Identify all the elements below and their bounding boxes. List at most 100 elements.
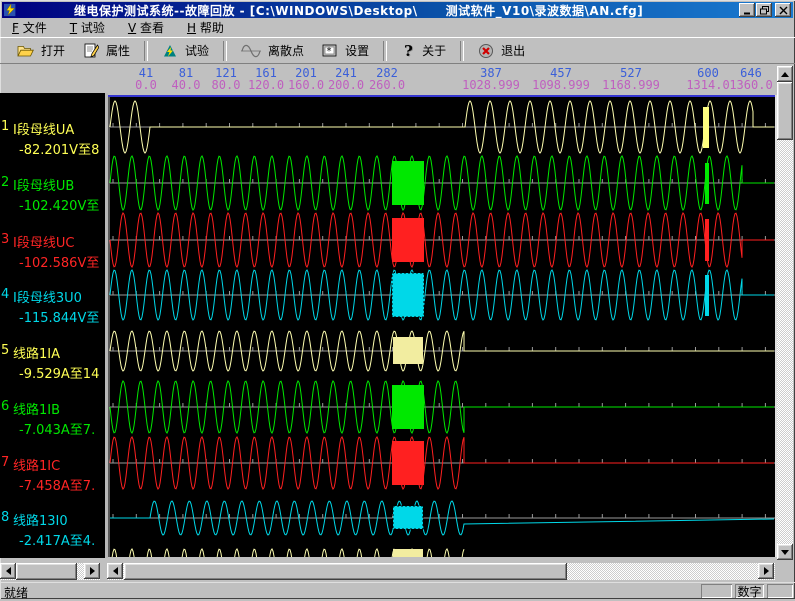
waveform-top-border bbox=[108, 95, 775, 97]
about-button[interactable]: ? ? 关于 bbox=[392, 40, 455, 61]
ruler-time-label: 1314.0 bbox=[686, 78, 729, 92]
arrow-right-icon bbox=[764, 567, 769, 575]
about-icon: ? ? bbox=[401, 43, 415, 59]
channel-number: 7 bbox=[1, 455, 9, 470]
statusbar: 就绪 数字 bbox=[0, 582, 795, 600]
status-panel-empty bbox=[767, 584, 793, 598]
channel-name: 线路1IB bbox=[13, 399, 60, 418]
scroll-left-button[interactable] bbox=[0, 563, 16, 579]
status-panel-num: 数字 bbox=[735, 584, 764, 598]
toolbar-separator bbox=[383, 41, 387, 61]
scroll-right-button[interactable] bbox=[84, 563, 100, 579]
cursor-bar-marker bbox=[705, 163, 709, 204]
ruler: 410.08140.012180.0161120.0201160.0241200… bbox=[0, 65, 795, 95]
ruler-time-label: 160.0 bbox=[288, 78, 324, 92]
channel-name: Ⅰ段母线UC bbox=[13, 232, 74, 251]
test-button[interactable]: 试验 bbox=[153, 40, 218, 61]
channel-number: 3 bbox=[1, 232, 9, 247]
minimize-icon bbox=[743, 6, 752, 15]
channel-name: Ⅰ段母线3U0 bbox=[13, 287, 82, 306]
discrete-points-icon bbox=[241, 43, 261, 59]
ruler-time-label: 1168.999 bbox=[602, 78, 660, 92]
restore-button[interactable] bbox=[756, 3, 772, 17]
minimize-button[interactable] bbox=[739, 3, 755, 17]
vertical-scrollbar[interactable] bbox=[777, 66, 793, 560]
ruler-time-label: 1028.999 bbox=[462, 78, 520, 92]
toolbar-separator bbox=[144, 41, 148, 61]
window-title: 继电保护测试系统--故障回放 - [C:\WINDOWS\Desktop\ 测试… bbox=[74, 2, 643, 19]
marker-square bbox=[392, 218, 424, 262]
scroll-up-button[interactable] bbox=[777, 66, 793, 82]
test-lightning-icon bbox=[162, 43, 178, 59]
menu-file[interactable]: F 文件 bbox=[4, 17, 55, 38]
close-button[interactable] bbox=[775, 3, 791, 17]
restore-icon bbox=[760, 6, 769, 15]
marker-square bbox=[393, 549, 423, 557]
app-lightning-icon bbox=[4, 3, 18, 17]
waveform-scrollbar[interactable] bbox=[107, 563, 775, 580]
channel-number: 1 bbox=[1, 119, 9, 134]
arrow-up-icon bbox=[781, 72, 789, 77]
menu-test[interactable]: T 试验 bbox=[62, 17, 113, 38]
settings-button[interactable]: * 设置 bbox=[313, 40, 378, 61]
channel-range: -2.417A至4. bbox=[19, 530, 95, 549]
ruler-time-label: 80.0 bbox=[212, 78, 241, 92]
channel-range: -115.844V至 bbox=[19, 307, 99, 326]
channel-name: 线路1IC bbox=[13, 455, 60, 474]
channel-range: -102.586V至 bbox=[19, 252, 99, 271]
waveform-display[interactable] bbox=[108, 95, 775, 557]
open-button[interactable]: 打开 bbox=[8, 40, 74, 61]
channel-panel-scrollbar[interactable] bbox=[0, 563, 100, 580]
close-icon bbox=[779, 6, 788, 15]
channel-name: Ⅰ段母线UB bbox=[13, 175, 74, 194]
exit-button[interactable]: 退出 bbox=[469, 40, 534, 61]
ruler-time-label: 1360.0 bbox=[729, 78, 772, 92]
menu-help[interactable]: H 帮助 bbox=[179, 17, 232, 38]
channel-number: 6 bbox=[1, 399, 9, 414]
ruler-time-label: 260.0 bbox=[369, 78, 405, 92]
properties-button[interactable]: 属性 bbox=[74, 40, 139, 61]
scroll-left-button[interactable] bbox=[107, 563, 123, 579]
toolbar: 打开 属性 试验 离散点 * 设置 bbox=[0, 37, 795, 64]
discrete-points-button[interactable]: 离散点 bbox=[232, 40, 313, 61]
channel-range: -102.420V至 bbox=[19, 195, 99, 214]
settings-icon: * bbox=[322, 43, 338, 59]
arrow-down-icon bbox=[781, 550, 789, 555]
ruler-time-label: 40.0 bbox=[172, 78, 201, 92]
channel-range: -82.201V至8 bbox=[19, 139, 99, 158]
ruler-time-label: 1098.999 bbox=[532, 78, 590, 92]
menu-view[interactable]: V 查看 bbox=[120, 17, 172, 38]
scroll-down-button[interactable] bbox=[777, 544, 793, 560]
channel-number: 2 bbox=[1, 175, 9, 190]
ruler-time-label: 200.0 bbox=[328, 78, 364, 92]
waveform-scroll-thumb[interactable] bbox=[124, 563, 567, 580]
channel-number: 4 bbox=[1, 287, 9, 302]
vertical-scroll-thumb[interactable] bbox=[777, 82, 793, 140]
channel-range: -7.458A至7. bbox=[19, 475, 95, 494]
channel-panel: 1 Ⅰ段母线UA-82.201V至8 2 Ⅰ段母线UB-102.420V至 3 Ⅰ段母线U… bbox=[0, 93, 105, 558]
marker-square bbox=[392, 385, 424, 429]
cursor-bar-marker bbox=[703, 107, 709, 148]
panel-scroll-thumb[interactable] bbox=[16, 563, 77, 580]
channel-range: -9.529A至14 bbox=[19, 363, 99, 382]
marker-square bbox=[392, 161, 424, 205]
channel-name: 线路13I0 bbox=[13, 510, 68, 529]
channel-name: 线路1IA bbox=[13, 343, 60, 362]
cursor-bar-marker bbox=[705, 219, 709, 261]
toolbar-separator bbox=[460, 41, 464, 61]
channel-number: 8 bbox=[1, 510, 9, 525]
status-text: 就绪 bbox=[4, 584, 28, 601]
cursor-bar-marker bbox=[705, 275, 709, 316]
exit-icon bbox=[478, 43, 494, 59]
svg-text:*: * bbox=[327, 46, 332, 57]
scroll-right-button[interactable] bbox=[758, 563, 774, 579]
app-window: { "titlebar": { "title": "继电保护测试系统--故障回放… bbox=[0, 0, 795, 599]
channel-name: Ⅰ段母线UA bbox=[13, 119, 74, 138]
ruler-time-label: 120.0 bbox=[248, 78, 284, 92]
toolbar-separator bbox=[223, 41, 227, 61]
marker-square bbox=[393, 337, 423, 364]
marker-square bbox=[393, 506, 423, 529]
arrow-left-icon bbox=[6, 567, 11, 575]
arrow-right-icon bbox=[90, 567, 95, 575]
svg-text:?: ? bbox=[404, 43, 413, 59]
